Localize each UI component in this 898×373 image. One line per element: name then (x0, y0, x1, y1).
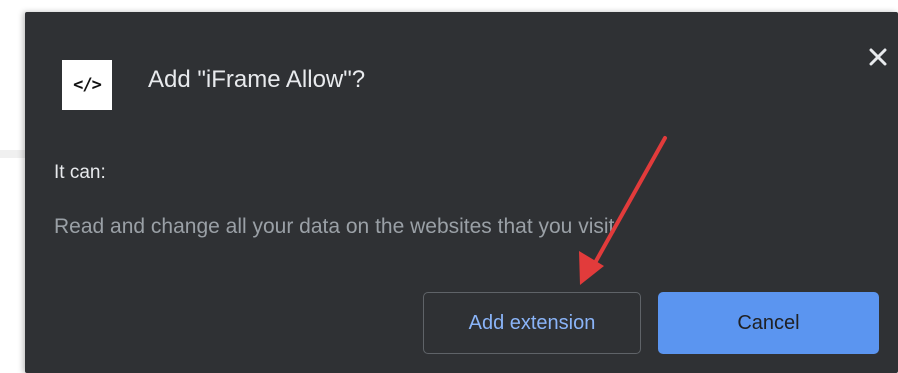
dialog-title: Add "iFrame Allow"? (148, 66, 366, 93)
add-extension-button[interactable]: Add extension (423, 292, 641, 354)
close-button[interactable] (863, 42, 893, 72)
close-icon (869, 48, 887, 66)
permission-item: Read and change all your data on the web… (54, 215, 615, 238)
code-brackets-icon: </> (62, 60, 112, 110)
cancel-button[interactable]: Cancel (658, 292, 879, 354)
page: </> Add "iFrame Allow"? It can: Read and… (0, 0, 898, 373)
extension-icon-glyph: </> (73, 75, 102, 95)
extension-install-dialog: </> Add "iFrame Allow"? It can: Read and… (25, 12, 898, 373)
permissions-heading: It can: (54, 162, 106, 183)
